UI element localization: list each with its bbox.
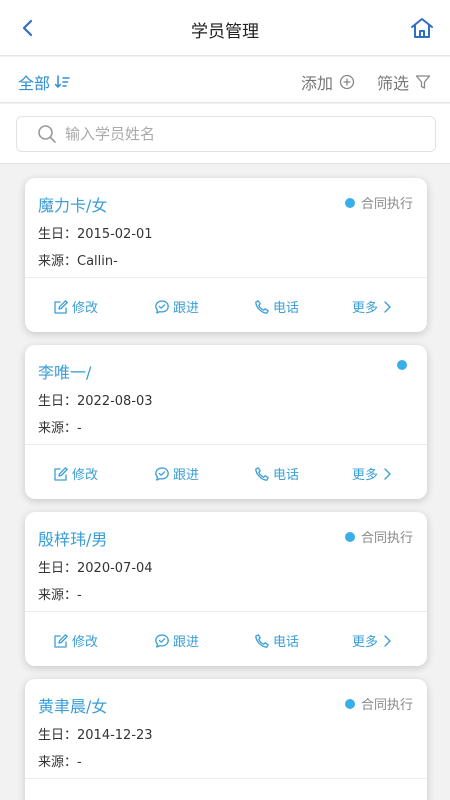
birthday-text: 生日：2014-12-23 xyxy=(38,728,153,743)
filter-button[interactable]: 筛选 xyxy=(377,70,431,94)
add-label: 添加 xyxy=(301,74,334,93)
search-icon xyxy=(38,125,56,143)
status-text: 合同执行 xyxy=(360,698,413,713)
student-name: 李唯一/ xyxy=(38,363,92,382)
status-badge: 合同执行 xyxy=(344,193,413,212)
card-actions: 修改 跟进 电话 更多 xyxy=(25,612,427,666)
edit-label: 修改 xyxy=(72,635,99,650)
edit-label: 修改 xyxy=(72,468,99,483)
phone-icon xyxy=(255,466,269,481)
source-text: 来源：- xyxy=(38,421,82,436)
student-card[interactable]: 李唯一/ 生日：2022-08-03 来源：- 修改 跟进 电话 更多 xyxy=(25,345,427,499)
status-badge: 合同执行 xyxy=(344,694,413,713)
status-dot-icon xyxy=(344,197,355,208)
follow-up-button[interactable]: 跟进 xyxy=(154,631,199,650)
follow-up-button[interactable]: 跟进 xyxy=(154,297,199,316)
follow-up-label: 跟进 xyxy=(173,301,200,316)
edit-icon xyxy=(54,299,68,314)
status-text: 合同执行 xyxy=(360,531,413,546)
chat-check-icon xyxy=(155,633,169,648)
call-label: 电话 xyxy=(273,301,300,316)
toolbar: 全部 添加 筛选 xyxy=(0,57,450,103)
more-label: 更多 xyxy=(352,635,379,650)
sort-icon xyxy=(54,75,70,89)
student-name: 黄聿晨/女 xyxy=(38,697,108,716)
chevron-right-icon xyxy=(384,634,391,647)
student-card[interactable]: 殷梓玮/男 合同执行 生日：2020-07-04 来源：- 修改 跟进 电话 更… xyxy=(25,512,427,666)
status-text: 合同执行 xyxy=(360,197,413,212)
student-name: 殷梓玮/男 xyxy=(38,530,108,549)
filter-icon xyxy=(415,75,431,89)
follow-up-button[interactable]: 跟进 xyxy=(154,464,199,483)
edit-label: 修改 xyxy=(72,301,99,316)
chat-check-icon xyxy=(155,466,169,481)
status-dot-icon xyxy=(397,360,407,370)
edit-icon xyxy=(54,633,68,648)
phone-icon xyxy=(255,633,269,648)
plus-circle-icon xyxy=(339,74,355,90)
search-input[interactable] xyxy=(65,125,395,143)
student-card[interactable]: 黄聿晨/女 合同执行 生日：2014-12-23 来源：- 修改 跟进 电话 更… xyxy=(25,679,427,800)
follow-up-label: 跟进 xyxy=(173,635,200,650)
card-actions: 修改 跟进 电话 更多 xyxy=(25,278,427,332)
chevron-right-icon xyxy=(384,300,391,313)
birthday-text: 生日：2020-07-04 xyxy=(38,561,153,576)
status-badge xyxy=(397,360,413,370)
more-label: 更多 xyxy=(352,468,379,483)
add-button[interactable]: 添加 xyxy=(301,70,355,94)
card-actions: 修改 跟进 电话 更多 xyxy=(25,779,427,800)
chat-check-icon xyxy=(155,299,169,314)
call-label: 电话 xyxy=(273,635,300,650)
more-button[interactable]: 更多 xyxy=(352,631,392,650)
source-text: 来源：- xyxy=(38,588,82,603)
birthday-text: 生日：2015-02-01 xyxy=(38,227,153,242)
phone-icon xyxy=(255,299,269,314)
edit-button[interactable]: 修改 xyxy=(53,631,98,650)
search-bar xyxy=(0,104,450,164)
more-button[interactable]: 更多 xyxy=(352,464,392,483)
call-button[interactable]: 电话 xyxy=(254,464,299,483)
status-dot-icon xyxy=(344,698,355,709)
student-name: 魔力卡/女 xyxy=(38,196,108,215)
page-title: 学员管理 xyxy=(191,22,259,42)
call-button[interactable]: 电话 xyxy=(254,631,299,650)
filter-label: 筛选 xyxy=(377,74,410,93)
status-badge: 合同执行 xyxy=(344,527,413,546)
call-button[interactable]: 电话 xyxy=(254,297,299,316)
edit-button[interactable]: 修改 xyxy=(53,464,98,483)
home-button[interactable] xyxy=(408,14,436,42)
edit-button[interactable]: 修改 xyxy=(53,297,98,316)
nav-bar: 学员管理 xyxy=(0,0,450,56)
more-button[interactable]: 更多 xyxy=(352,297,392,316)
birthday-text: 生日：2022-08-03 xyxy=(38,394,153,409)
home-icon xyxy=(411,18,433,38)
all-label: 全部 xyxy=(18,74,51,93)
status-dot-icon xyxy=(344,531,355,542)
source-text: 来源：Callin- xyxy=(38,254,118,269)
all-sort-button[interactable]: 全部 xyxy=(18,70,70,94)
student-card[interactable]: 魔力卡/女 合同执行 生日：2015-02-01 来源：Callin- 修改 跟… xyxy=(25,178,427,332)
chevron-right-icon xyxy=(384,467,391,480)
call-label: 电话 xyxy=(273,468,300,483)
edit-icon xyxy=(54,466,68,481)
source-text: 来源：- xyxy=(38,755,82,770)
search-box[interactable] xyxy=(16,116,436,152)
card-actions: 修改 跟进 电话 更多 xyxy=(25,445,427,499)
follow-up-label: 跟进 xyxy=(173,468,200,483)
more-label: 更多 xyxy=(352,301,379,316)
